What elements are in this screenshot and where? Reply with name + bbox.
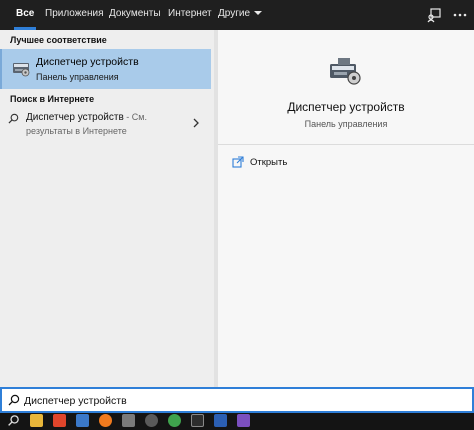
search-icon[interactable] xyxy=(7,414,20,427)
best-match-header: Лучшее соответствие xyxy=(10,35,107,45)
preview-subtitle: Панель управления xyxy=(304,119,388,129)
settings-icon[interactable] xyxy=(145,414,158,427)
best-match-item[interactable]: Диспетчер устройств Панель управления xyxy=(0,49,211,89)
chevron-right-icon xyxy=(193,118,199,128)
firefox-icon[interactable] xyxy=(99,414,112,427)
feedback-icon[interactable] xyxy=(426,7,442,23)
search-scope-bar: Все Приложения Документы Интернет Другие xyxy=(0,0,474,30)
device-manager-large-icon xyxy=(330,58,361,85)
chat-icon[interactable] xyxy=(122,414,135,427)
store-icon[interactable] xyxy=(76,414,89,427)
taskbar xyxy=(0,413,474,430)
tab-internet-label: Интернет xyxy=(168,8,212,19)
open-button-label: Открыть xyxy=(250,157,288,168)
tab-all-label: Все xyxy=(16,8,35,19)
tab-internet[interactable]: Интернет xyxy=(162,0,218,30)
web-result-subtitle: результаты в Интернете xyxy=(26,126,127,136)
tab-more[interactable]: Другие xyxy=(212,0,268,30)
more-options-icon[interactable] xyxy=(452,7,468,23)
web-search-header: Поиск в Интернете xyxy=(10,94,95,104)
tab-all[interactable]: Все xyxy=(10,0,40,30)
preview-panel: Диспетчер устройств Панель управления От… xyxy=(218,30,474,387)
device-manager-icon xyxy=(13,63,30,77)
chevron-down-icon xyxy=(254,11,263,16)
tab-apps[interactable]: Приложения xyxy=(39,0,110,30)
brave-icon[interactable] xyxy=(53,414,66,427)
best-match-title: Диспетчер устройств xyxy=(36,56,139,68)
results-panel: Лучшее соответствие Диспетчер устройств … xyxy=(0,30,214,387)
file-explorer-icon[interactable] xyxy=(30,414,43,427)
tab-documents-label: Документы xyxy=(109,8,161,19)
preview-title: Диспетчер устройств xyxy=(287,100,405,114)
web-search-result[interactable]: Диспетчер устройств - См. результаты в И… xyxy=(0,106,211,144)
best-match-subtitle: Панель управления xyxy=(36,72,119,82)
word-icon[interactable] xyxy=(214,414,227,427)
search-icon xyxy=(8,113,19,124)
tab-more-label: Другие xyxy=(218,8,251,19)
utorrent-icon[interactable] xyxy=(168,414,181,427)
web-result-suffix: - См. xyxy=(123,112,147,122)
web-result-title: Диспетчер устройств xyxy=(26,112,124,123)
terminal-icon[interactable] xyxy=(191,414,204,427)
tab-apps-label: Приложения xyxy=(45,8,104,19)
tab-documents[interactable]: Документы xyxy=(103,0,167,30)
search-box[interactable] xyxy=(0,387,474,413)
open-icon xyxy=(232,156,244,168)
search-icon xyxy=(8,394,20,406)
visual-studio-icon[interactable] xyxy=(237,414,250,427)
preview-divider xyxy=(218,144,474,145)
search-input[interactable] xyxy=(24,392,454,409)
